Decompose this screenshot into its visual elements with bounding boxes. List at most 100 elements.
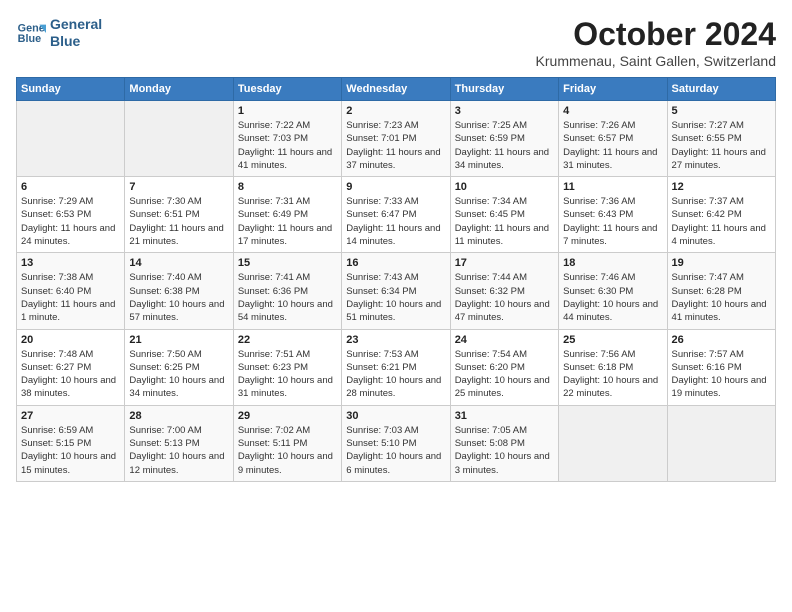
calendar-cell [667, 405, 775, 481]
day-number: 10 [455, 181, 554, 193]
calendar-cell [559, 405, 667, 481]
day-number: 22 [238, 334, 337, 346]
calendar-row: 13 Sunrise: 7:38 AM Sunset: 6:40 PM Dayli… [17, 253, 776, 329]
logo-icon: General Blue [16, 18, 46, 48]
day-number: 14 [129, 257, 228, 269]
day-info: Sunrise: 7:34 AM Sunset: 6:45 PM Dayligh… [455, 195, 554, 248]
month-title: October 2024 [536, 16, 776, 53]
calendar-cell: 9 Sunrise: 7:33 AM Sunset: 6:47 PM Daylig… [342, 177, 450, 253]
day-number: 5 [672, 105, 771, 117]
day-info: Sunrise: 7:57 AM Sunset: 6:16 PM Dayligh… [672, 348, 771, 401]
calendar-cell: 15 Sunrise: 7:41 AM Sunset: 6:36 PM Dayli… [233, 253, 341, 329]
day-number: 23 [346, 334, 445, 346]
calendar-row: 27 Sunrise: 6:59 AM Sunset: 5:15 PM Dayli… [17, 405, 776, 481]
day-info: Sunrise: 7:41 AM Sunset: 6:36 PM Dayligh… [238, 271, 337, 324]
day-number: 20 [21, 334, 120, 346]
day-info: Sunrise: 7:48 AM Sunset: 6:27 PM Dayligh… [21, 348, 120, 401]
day-info: Sunrise: 7:54 AM Sunset: 6:20 PM Dayligh… [455, 348, 554, 401]
day-info: Sunrise: 7:00 AM Sunset: 5:13 PM Dayligh… [129, 424, 228, 477]
day-info: Sunrise: 7:43 AM Sunset: 6:34 PM Dayligh… [346, 271, 445, 324]
calendar-cell: 19 Sunrise: 7:47 AM Sunset: 6:28 PM Dayli… [667, 253, 775, 329]
day-info: Sunrise: 7:53 AM Sunset: 6:21 PM Dayligh… [346, 348, 445, 401]
day-info: Sunrise: 7:33 AM Sunset: 6:47 PM Dayligh… [346, 195, 445, 248]
day-number: 16 [346, 257, 445, 269]
day-number: 15 [238, 257, 337, 269]
calendar-cell [17, 101, 125, 177]
day-number: 19 [672, 257, 771, 269]
calendar-table: SundayMondayTuesdayWednesdayThursdayFrid… [16, 77, 776, 482]
day-number: 9 [346, 181, 445, 193]
day-number: 18 [563, 257, 662, 269]
day-number: 29 [238, 410, 337, 422]
weekday-header-cell: Saturday [667, 78, 775, 101]
day-info: Sunrise: 7:30 AM Sunset: 6:51 PM Dayligh… [129, 195, 228, 248]
day-number: 17 [455, 257, 554, 269]
day-info: Sunrise: 7:29 AM Sunset: 6:53 PM Dayligh… [21, 195, 120, 248]
calendar-cell: 11 Sunrise: 7:36 AM Sunset: 6:43 PM Dayli… [559, 177, 667, 253]
day-info: Sunrise: 7:37 AM Sunset: 6:42 PM Dayligh… [672, 195, 771, 248]
day-number: 27 [21, 410, 120, 422]
day-info: Sunrise: 7:27 AM Sunset: 6:55 PM Dayligh… [672, 119, 771, 172]
day-info: Sunrise: 7:03 AM Sunset: 5:10 PM Dayligh… [346, 424, 445, 477]
day-info: Sunrise: 7:31 AM Sunset: 6:49 PM Dayligh… [238, 195, 337, 248]
day-info: Sunrise: 6:59 AM Sunset: 5:15 PM Dayligh… [21, 424, 120, 477]
day-number: 4 [563, 105, 662, 117]
day-number: 3 [455, 105, 554, 117]
calendar-cell: 1Sunrise: 7:22 AM Sunset: 7:03 PM Daylig… [233, 101, 341, 177]
day-info: Sunrise: 7:46 AM Sunset: 6:30 PM Dayligh… [563, 271, 662, 324]
day-number: 2 [346, 105, 445, 117]
calendar-cell: 17 Sunrise: 7:44 AM Sunset: 6:32 PM Dayli… [450, 253, 558, 329]
weekday-header-cell: Wednesday [342, 78, 450, 101]
day-number: 30 [346, 410, 445, 422]
day-number: 28 [129, 410, 228, 422]
title-block: October 2024 Krummenau, Saint Gallen, Sw… [536, 16, 776, 69]
day-info: Sunrise: 7:26 AM Sunset: 6:57 PM Dayligh… [563, 119, 662, 172]
logo-text: General Blue [50, 16, 102, 50]
calendar-cell: 8Sunrise: 7:31 AM Sunset: 6:49 PM Daylig… [233, 177, 341, 253]
calendar-cell: 22 Sunrise: 7:51 AM Sunset: 6:23 PM Dayli… [233, 329, 341, 405]
day-info: Sunrise: 7:40 AM Sunset: 6:38 PM Dayligh… [129, 271, 228, 324]
logo: General Blue General Blue [16, 16, 102, 50]
day-number: 25 [563, 334, 662, 346]
calendar-cell: 28 Sunrise: 7:00 AM Sunset: 5:13 PM Dayli… [125, 405, 233, 481]
day-info: Sunrise: 7:36 AM Sunset: 6:43 PM Dayligh… [563, 195, 662, 248]
weekday-header-cell: Monday [125, 78, 233, 101]
day-info: Sunrise: 7:23 AM Sunset: 7:01 PM Dayligh… [346, 119, 445, 172]
calendar-cell: 25Sunrise: 7:56 AM Sunset: 6:18 PM Dayli… [559, 329, 667, 405]
day-info: Sunrise: 7:25 AM Sunset: 6:59 PM Dayligh… [455, 119, 554, 172]
calendar-cell: 26Sunrise: 7:57 AM Sunset: 6:16 PM Dayli… [667, 329, 775, 405]
day-info: Sunrise: 7:47 AM Sunset: 6:28 PM Dayligh… [672, 271, 771, 324]
day-info: Sunrise: 7:38 AM Sunset: 6:40 PM Dayligh… [21, 271, 120, 324]
day-info: Sunrise: 7:44 AM Sunset: 6:32 PM Dayligh… [455, 271, 554, 324]
calendar-row: 6Sunrise: 7:29 AM Sunset: 6:53 PM Daylig… [17, 177, 776, 253]
calendar-cell: 24 Sunrise: 7:54 AM Sunset: 6:20 PM Dayli… [450, 329, 558, 405]
day-number: 24 [455, 334, 554, 346]
calendar-cell: 6Sunrise: 7:29 AM Sunset: 6:53 PM Daylig… [17, 177, 125, 253]
svg-text:Blue: Blue [18, 33, 41, 45]
day-info: Sunrise: 7:22 AM Sunset: 7:03 PM Dayligh… [238, 119, 337, 172]
location-title: Krummenau, Saint Gallen, Switzerland [536, 53, 776, 69]
calendar-cell: 23 Sunrise: 7:53 AM Sunset: 6:21 PM Dayli… [342, 329, 450, 405]
day-number: 11 [563, 181, 662, 193]
day-info: Sunrise: 7:05 AM Sunset: 5:08 PM Dayligh… [455, 424, 554, 477]
weekday-header-cell: Sunday [17, 78, 125, 101]
calendar-cell: 20 Sunrise: 7:48 AM Sunset: 6:27 PM Dayli… [17, 329, 125, 405]
day-number: 12 [672, 181, 771, 193]
day-number: 31 [455, 410, 554, 422]
calendar-cell: 21Sunrise: 7:50 AM Sunset: 6:25 PM Dayli… [125, 329, 233, 405]
calendar-cell: 2 Sunrise: 7:23 AM Sunset: 7:01 PM Daylig… [342, 101, 450, 177]
day-number: 13 [21, 257, 120, 269]
weekday-header-cell: Tuesday [233, 78, 341, 101]
calendar-cell: 4 Sunrise: 7:26 AM Sunset: 6:57 PM Daylig… [559, 101, 667, 177]
calendar-cell: 30 Sunrise: 7:03 AM Sunset: 5:10 PM Dayli… [342, 405, 450, 481]
calendar-cell: 18 Sunrise: 7:46 AM Sunset: 6:30 PM Dayli… [559, 253, 667, 329]
day-info: Sunrise: 7:51 AM Sunset: 6:23 PM Dayligh… [238, 348, 337, 401]
calendar-cell: 27 Sunrise: 6:59 AM Sunset: 5:15 PM Dayli… [17, 405, 125, 481]
page-header: General Blue General Blue October 2024 K… [16, 16, 776, 69]
calendar-cell: 29Sunrise: 7:02 AM Sunset: 5:11 PM Dayli… [233, 405, 341, 481]
calendar-body: 1Sunrise: 7:22 AM Sunset: 7:03 PM Daylig… [17, 101, 776, 482]
calendar-cell: 12 Sunrise: 7:37 AM Sunset: 6:42 PM Dayli… [667, 177, 775, 253]
calendar-cell: 3 Sunrise: 7:25 AM Sunset: 6:59 PM Daylig… [450, 101, 558, 177]
day-info: Sunrise: 7:50 AM Sunset: 6:25 PM Dayligh… [129, 348, 228, 401]
calendar-cell: 31 Sunrise: 7:05 AM Sunset: 5:08 PM Dayli… [450, 405, 558, 481]
